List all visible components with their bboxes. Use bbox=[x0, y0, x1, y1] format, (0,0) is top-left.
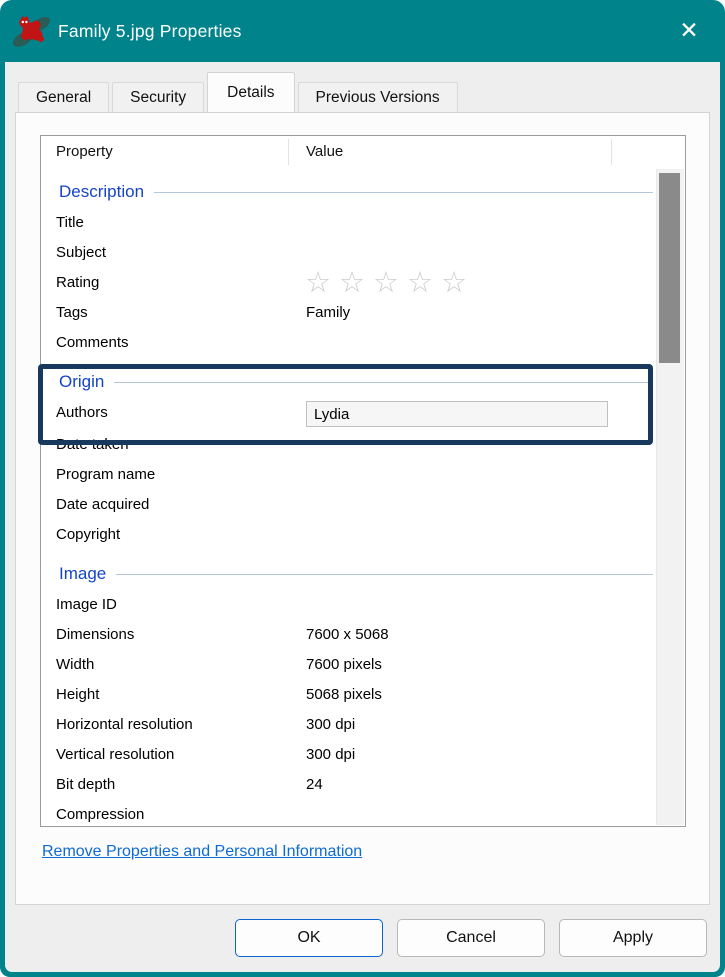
apply-button[interactable]: Apply bbox=[559, 919, 707, 957]
dialog-body: General Security Details Previous Versio… bbox=[5, 62, 720, 972]
column-divider[interactable] bbox=[611, 139, 612, 165]
section-header-image: Image bbox=[41, 558, 655, 590]
row-rating[interactable]: Rating ☆☆☆☆☆ bbox=[41, 268, 655, 298]
ok-button[interactable]: OK bbox=[235, 919, 383, 957]
row-copyright[interactable]: Copyright bbox=[41, 520, 655, 550]
rating-stars[interactable]: ☆☆☆☆☆ bbox=[305, 262, 475, 302]
column-divider[interactable] bbox=[288, 139, 289, 165]
row-bit-depth[interactable]: Bit depth 24 bbox=[41, 770, 655, 800]
row-vertical-resolution[interactable]: Vertical resolution 300 dpi bbox=[41, 740, 655, 770]
row-title[interactable]: Title bbox=[41, 208, 655, 238]
row-height[interactable]: Height 5068 pixels bbox=[41, 680, 655, 710]
section-header-description: Description bbox=[41, 176, 655, 208]
section-header-origin: Origin bbox=[41, 366, 655, 398]
row-date-taken[interactable]: Date taken bbox=[41, 430, 655, 460]
properties-list: Property Value Description Title bbox=[40, 135, 686, 827]
row-width[interactable]: Width 7600 pixels bbox=[41, 650, 655, 680]
row-comments[interactable]: Comments bbox=[41, 328, 655, 358]
scrollbar-thumb[interactable] bbox=[659, 173, 680, 363]
column-header-property[interactable]: Property bbox=[56, 136, 113, 168]
row-date-acquired[interactable]: Date acquired bbox=[41, 490, 655, 520]
row-tags[interactable]: Tags Family bbox=[41, 298, 655, 328]
tab-general[interactable]: General bbox=[18, 82, 109, 112]
tab-details[interactable]: Details bbox=[207, 72, 294, 112]
row-program-name[interactable]: Program name bbox=[41, 460, 655, 490]
row-horizontal-resolution[interactable]: Horizontal resolution 300 dpi bbox=[41, 710, 655, 740]
row-authors[interactable]: Authors bbox=[41, 398, 655, 430]
properties-dialog: Family 5.jpg Properties ✕ General Securi… bbox=[0, 0, 725, 977]
row-dimensions[interactable]: Dimensions 7600 x 5068 bbox=[41, 620, 655, 650]
section-divider-line bbox=[114, 382, 653, 383]
row-image-id[interactable]: Image ID bbox=[41, 590, 655, 620]
section-divider-line bbox=[154, 192, 653, 193]
dialog-button-row: OK Cancel Apply bbox=[235, 919, 707, 957]
tab-strip: General Security Details Previous Versio… bbox=[18, 72, 461, 112]
app-icon[interactable] bbox=[13, 12, 51, 50]
title-bar: Family 5.jpg Properties ✕ bbox=[0, 0, 725, 62]
close-icon[interactable]: ✕ bbox=[663, 8, 715, 54]
tab-previous-versions[interactable]: Previous Versions bbox=[298, 82, 458, 112]
details-tab-page: Property Value Description Title bbox=[15, 112, 710, 905]
tab-security[interactable]: Security bbox=[112, 82, 204, 112]
cancel-button[interactable]: Cancel bbox=[397, 919, 545, 957]
section-divider-line bbox=[116, 574, 653, 575]
list-header: Property Value bbox=[41, 136, 685, 168]
vertical-scrollbar[interactable] bbox=[656, 169, 684, 825]
window-title: Family 5.jpg Properties bbox=[58, 21, 242, 42]
authors-input[interactable] bbox=[306, 401, 608, 427]
remove-properties-link[interactable]: Remove Properties and Personal Informati… bbox=[42, 843, 362, 861]
list-rows: Description Title Subject Rating ☆☆☆☆☆ bbox=[41, 176, 655, 827]
row-compression[interactable]: Compression bbox=[41, 800, 655, 827]
column-header-value[interactable]: Value bbox=[306, 136, 343, 168]
